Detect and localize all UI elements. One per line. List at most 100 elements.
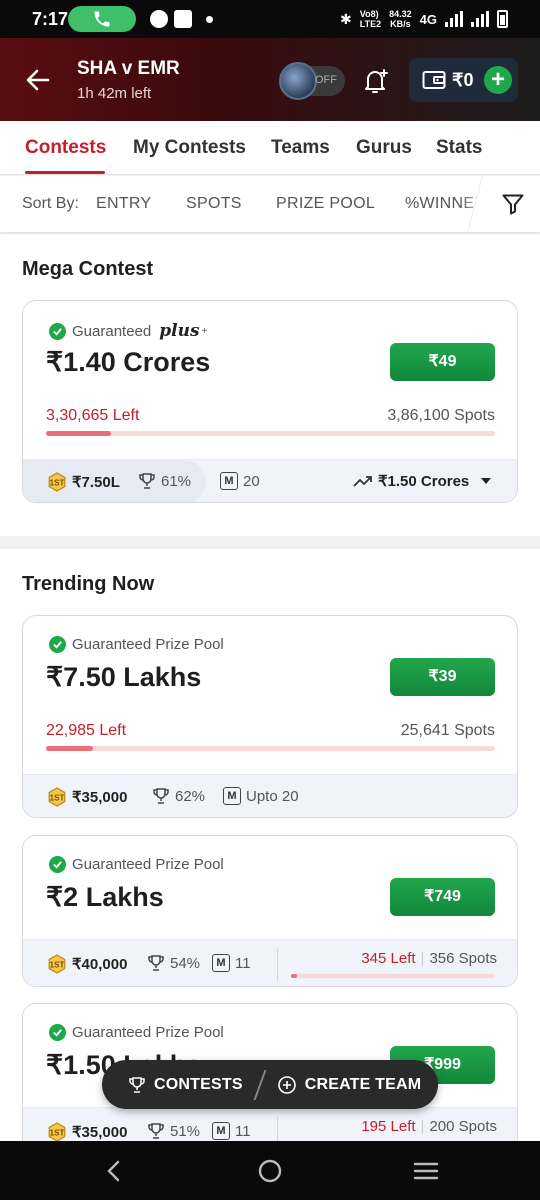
phone-icon xyxy=(94,11,110,27)
spots-progress-fill xyxy=(46,431,111,436)
volte-indicator: Vo8) LTE2 xyxy=(359,9,382,29)
total-spots: 3,86,100 Spots xyxy=(387,407,495,424)
tab-my-contests[interactable]: My Contests xyxy=(133,137,246,159)
sort-entry[interactable]: ENTRY xyxy=(96,195,151,213)
nav-back-icon[interactable] xyxy=(100,1157,128,1185)
svg-text:1ST: 1ST xyxy=(50,794,65,803)
multi-entry-icon: M xyxy=(223,787,241,805)
contest-footer: 1ST ₹35,000 62% M Upto 20 xyxy=(23,774,517,817)
tab-teams[interactable]: Teams xyxy=(271,137,330,159)
system-navigation-bar xyxy=(0,1141,540,1200)
trending-section: Trending Now Guaranteed Prize Pool ₹7.50… xyxy=(0,549,540,1163)
first-place-medal-icon: 1ST xyxy=(48,472,66,492)
contest-tabs: Contests My Contests Teams Gurus Stats xyxy=(0,121,540,175)
signal-strength-icon xyxy=(445,11,463,27)
mega-contest-section: Mega Contest Guaranteed plus + ₹1.40 Crore… xyxy=(0,234,540,536)
tab-stats[interactable]: Stats xyxy=(436,137,482,159)
add-cash-button[interactable]: + xyxy=(484,66,512,94)
clock: 7:17 xyxy=(32,9,69,29)
contest-card[interactable]: Guaranteed Prize Pool ₹2 Lakhs ₹749 1ST ₹… xyxy=(22,835,518,987)
guru-mode-toggle[interactable]: OFF xyxy=(279,62,345,100)
status-indicators: ✱ Vo8) LTE2 84.32 KB/s 4G xyxy=(340,9,508,29)
active-tab-indicator xyxy=(25,171,105,174)
spots-progress-fill xyxy=(46,746,93,751)
check-badge-icon xyxy=(49,1024,66,1041)
tab-gurus[interactable]: Gurus xyxy=(356,137,412,159)
max-teams[interactable]: M 11 xyxy=(212,1122,251,1140)
entry-fee-button[interactable]: ₹49 xyxy=(390,343,495,381)
signal-strength-icon-2 xyxy=(471,11,489,27)
time-left: 1h 42m left xyxy=(77,85,152,102)
prize-pool: ₹1.40 Crores xyxy=(46,347,211,377)
add-circle-icon xyxy=(277,1075,296,1094)
network-type: 4G xyxy=(419,11,437,27)
guarantee-label: Guaranteed plus + xyxy=(49,321,207,341)
total-spots: 200 Spots xyxy=(429,1118,497,1135)
sort-prize-pool[interactable]: PRIZE POOL xyxy=(276,195,375,213)
check-badge-icon xyxy=(49,322,66,340)
winners-percent[interactable]: 54% xyxy=(147,954,200,972)
trophy-icon xyxy=(139,473,155,489)
spots-info: 345 Left | 356 Spots xyxy=(361,950,497,967)
max-teams[interactable]: M 20 xyxy=(220,472,260,490)
spots-info: 195 Left | 200 Spots xyxy=(361,1118,497,1135)
contest-card[interactable]: Guaranteed plus + ₹1.40 Crores ₹49 3,30,66… xyxy=(22,300,518,503)
tab-contests[interactable]: Contests xyxy=(25,137,106,159)
prize-pool: ₹7.50 Lakhs xyxy=(46,662,202,692)
spots-progress-bar xyxy=(291,974,495,978)
entry-fee-button[interactable]: ₹749 xyxy=(390,878,495,916)
back-arrow-icon[interactable] xyxy=(22,64,54,96)
max-teams[interactable]: M Upto 20 xyxy=(223,787,299,805)
notification-bell-add-icon[interactable] xyxy=(362,66,390,96)
first-prize[interactable]: 1ST ₹35,000 xyxy=(47,1122,127,1142)
match-header: SHA v EMR 1h 42m left OFF ₹0 + xyxy=(0,38,540,121)
toggle-state-label: OFF xyxy=(315,74,337,86)
match-title: SHA v EMR xyxy=(77,58,180,79)
contest-footer: 1ST ₹40,000 54% M 11 345 Left | 356 Spots xyxy=(23,939,517,986)
sort-label: Sort By: xyxy=(22,195,79,212)
network-speed: 84.32 KB/s xyxy=(389,9,412,29)
app-notification-icon-2 xyxy=(174,10,192,28)
ongoing-call-indicator[interactable] xyxy=(68,6,136,32)
winners-percent[interactable]: 61% xyxy=(138,472,191,490)
trophy-icon xyxy=(153,788,169,804)
total-spots: 356 Spots xyxy=(429,950,497,967)
nav-home-icon[interactable] xyxy=(256,1157,284,1185)
toggle-knob xyxy=(279,62,317,100)
total-spots: 25,641 Spots xyxy=(400,722,495,739)
entry-fee-button[interactable]: ₹39 xyxy=(390,658,495,696)
contest-footer: 1ST ₹7.50L 61% M 20 ₹1.50 Crores xyxy=(23,459,517,502)
first-place-medal-icon: 1ST xyxy=(48,1122,66,1142)
first-prize[interactable]: 1ST ₹35,000 xyxy=(47,787,127,807)
multi-entry-icon: M xyxy=(212,954,230,972)
create-team-button[interactable]: CREATE TEAM xyxy=(277,1075,422,1095)
nav-recents-icon[interactable] xyxy=(412,1157,440,1185)
sort-spots[interactable]: SPOTS xyxy=(186,195,242,213)
max-teams[interactable]: M 11 xyxy=(212,954,251,972)
multi-entry-icon: M xyxy=(220,472,238,490)
winners-percent[interactable]: 62% xyxy=(152,787,205,805)
spots-left: 195 Left xyxy=(361,1118,416,1135)
battery-icon xyxy=(497,10,508,28)
multi-entry-icon: M xyxy=(212,1122,230,1140)
guarantee-label: Guaranteed Prize Pool xyxy=(49,1024,224,1041)
check-badge-icon xyxy=(49,636,66,653)
bluetooth-icon: ✱ xyxy=(340,10,352,27)
wallet-icon xyxy=(422,71,446,89)
floating-action-bar: CONTESTS CREATE TEAM xyxy=(102,1060,438,1109)
contests-button[interactable]: CONTESTS xyxy=(128,1076,243,1094)
guarantee-label: Guaranteed Prize Pool xyxy=(49,856,224,873)
first-place-medal-icon: 1ST xyxy=(48,954,66,974)
spots-left: 3,30,665 Left xyxy=(46,407,140,424)
max-prize-dropdown[interactable]: ₹1.50 Crores xyxy=(353,472,492,490)
first-prize[interactable]: 1ST ₹40,000 xyxy=(47,954,127,974)
wallet-button[interactable]: ₹0 + xyxy=(409,58,518,102)
winners-percent[interactable]: 51% xyxy=(147,1122,200,1140)
guarantee-label: Guaranteed Prize Pool xyxy=(49,636,224,653)
first-prize[interactable]: 1ST ₹7.50L xyxy=(47,472,120,492)
contest-card[interactable]: Guaranteed Prize Pool ₹7.50 Lakhs ₹39 22… xyxy=(22,615,518,818)
app-notification-icon xyxy=(150,10,168,28)
more-notifications-dot xyxy=(206,16,213,23)
svg-text:1ST: 1ST xyxy=(50,1129,65,1138)
filter-icon[interactable] xyxy=(501,192,525,216)
